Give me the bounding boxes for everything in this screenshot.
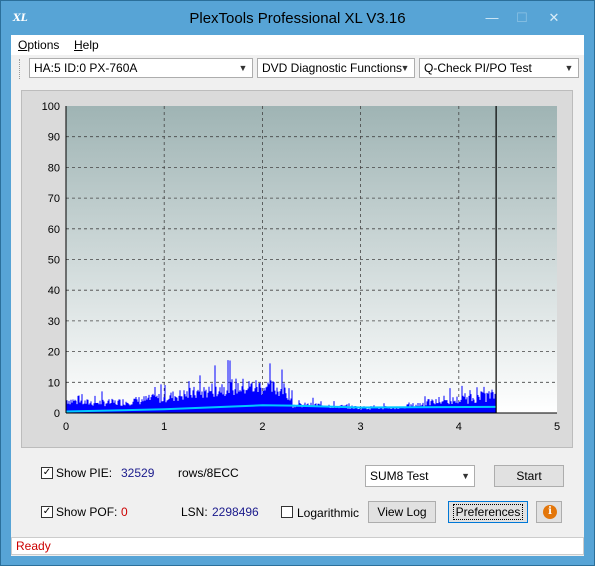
menu-bar: Options Help (11, 35, 584, 55)
function-select[interactable]: DVD Diagnostic Functions ▼ (257, 58, 415, 78)
pie-unit: rows/8ECC (178, 466, 239, 480)
preferences-button-label: Preferences (452, 504, 524, 520)
start-button[interactable]: Start (494, 465, 564, 487)
menu-options-label: ptions (27, 38, 60, 52)
menu-help[interactable]: Help (74, 38, 99, 52)
test-mode-select[interactable]: SUM8 Test ▼ (365, 465, 475, 487)
chart-panel: 0 10 20 30 40 50 60 70 80 90 100 0 1 2 3 4 5 (21, 90, 573, 448)
x-tick-label: 2 (259, 421, 265, 433)
chevron-down-icon: ▼ (461, 471, 470, 481)
y-tick-label: 80 (48, 162, 60, 174)
drive-select-value: HA:5 ID:0 PX-760A (34, 61, 138, 75)
show-pie-checkbox[interactable]: ✓ (41, 467, 53, 479)
test-type-select[interactable]: Q-Check PI/PO Test ▼ (419, 58, 579, 78)
window-title: PlexTools Professional XL V3.16 (189, 10, 406, 27)
view-log-button[interactable]: View Log (368, 501, 436, 523)
lsn-value: 2298496 (212, 505, 259, 519)
lsn-label: LSN: (181, 505, 208, 519)
minimize-icon[interactable]: — (479, 9, 505, 27)
function-select-value: DVD Diagnostic Functions (262, 61, 403, 75)
menu-help-mnemonic: H (74, 38, 83, 52)
x-tick-label: 4 (456, 421, 462, 433)
y-tick-label: 20 (48, 347, 60, 359)
show-pie-label: Show PIE: (56, 466, 113, 480)
close-icon[interactable]: ✕ (541, 9, 567, 27)
status-text: Ready (16, 539, 51, 553)
info-icon: i (543, 505, 557, 519)
y-tick-label: 40 (48, 285, 60, 297)
show-pof-label: Show POF: (56, 505, 118, 519)
controls-panel: ✓ Show PIE: 32529 rows/8ECC SUM8 Test ▼ … (11, 455, 584, 535)
y-tick-label: 30 (48, 316, 60, 328)
chevron-down-icon: ▼ (564, 63, 574, 73)
y-tick-label: 90 (48, 132, 60, 144)
x-tick-label: 5 (554, 421, 560, 433)
toolbar-grip[interactable] (19, 59, 22, 79)
y-tick-label: 100 (42, 101, 60, 113)
menu-options-mnemonic: O (18, 38, 28, 52)
show-pof-checkbox[interactable]: ✓ (41, 506, 53, 518)
y-tick-label: 70 (48, 193, 60, 205)
chevron-down-icon: ▼ (400, 63, 410, 73)
status-bar: Ready (11, 537, 584, 555)
logarithmic-checkbox[interactable] (281, 506, 293, 518)
x-tick-label: 0 (63, 421, 69, 433)
menu-options[interactable]: Options (18, 38, 59, 52)
drive-select[interactable]: HA:5 ID:0 PX-760A ▼ (29, 58, 253, 78)
check-icon: ✓ (42, 467, 52, 478)
y-tick-label: 60 (48, 224, 60, 236)
y-tick-label: 50 (48, 255, 60, 267)
start-button-label: Start (516, 469, 542, 483)
x-tick-label: 3 (358, 421, 364, 433)
test-mode-value: SUM8 Test (370, 469, 429, 483)
app-window: XL PlexTools Professional XL V3.16 — ☐ ✕… (0, 0, 595, 566)
x-tick-label: 1 (161, 421, 167, 433)
toolbar: HA:5 ID:0 PX-760A ▼ DVD Diagnostic Funct… (11, 55, 584, 83)
test-type-select-value: Q-Check PI/PO Test (424, 61, 532, 75)
y-tick-label: 0 (54, 408, 60, 420)
title-bar[interactable]: XL PlexTools Professional XL V3.16 — ☐ ✕ (1, 1, 594, 35)
pi-po-chart: 0 10 20 30 40 50 60 70 80 90 100 0 1 2 3 4 5 (42, 101, 560, 433)
check-icon: ✓ (42, 506, 52, 517)
info-button[interactable]: i (536, 501, 562, 523)
menu-help-label: elp (82, 38, 99, 52)
logarithmic-label: Logarithmic (297, 506, 360, 520)
maximize-icon[interactable]: ☐ (509, 9, 535, 27)
main-client-area: Options Help HA:5 ID:0 PX-760A ▼ DVD Dia… (11, 35, 584, 556)
pof-value: 0 (121, 505, 128, 519)
y-tick-label: 10 (48, 377, 60, 389)
chevron-down-icon: ▼ (238, 63, 248, 73)
pie-value: 32529 (121, 466, 155, 480)
view-log-button-label: View Log (377, 505, 427, 519)
preferences-button[interactable]: Preferences (448, 501, 528, 523)
